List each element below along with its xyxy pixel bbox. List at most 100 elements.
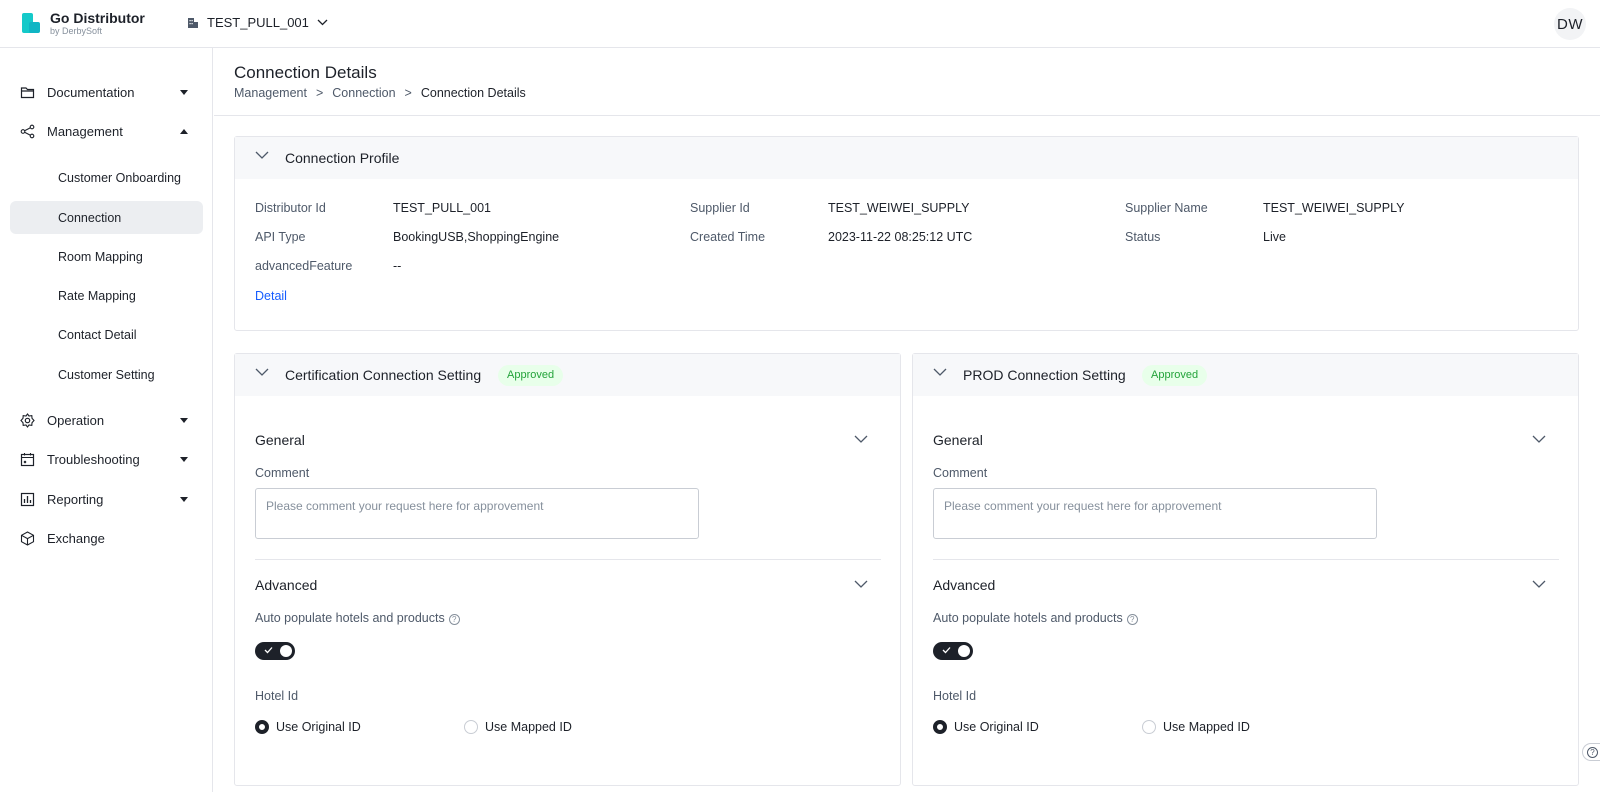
sidebar-item-label: Room Mapping: [58, 249, 143, 264]
breadcrumb-separator: >: [315, 86, 324, 100]
certification-setting-title: Certification Connection Setting: [285, 367, 482, 383]
caret-down-icon: [180, 497, 188, 502]
calendar-icon: [20, 453, 35, 467]
hotel-id-label: Hotel Id: [255, 689, 299, 703]
certification-setting-header[interactable]: Certification Connection Setting Approve…: [235, 354, 900, 396]
caret-down-icon: [180, 457, 188, 462]
supplier-name-label: Supplier Name: [1125, 201, 1208, 215]
tenant-selector[interactable]: TEST_PULL_001: [187, 15, 336, 30]
page-title: Connection Details: [234, 63, 377, 82]
breadcrumb-management[interactable]: Management: [234, 86, 307, 100]
building-icon: [188, 17, 198, 28]
general-section-title[interactable]: General: [933, 432, 983, 448]
comment-textarea[interactable]: Please comment your request here for app…: [933, 488, 1377, 539]
sidebar-item-label: Management: [47, 124, 123, 139]
auto-populate-label: Auto populate hotels and products?: [255, 611, 460, 625]
breadcrumb: Management > Connection > Connection Det…: [234, 86, 526, 100]
app-name: Go Distributor: [50, 10, 145, 26]
advanced-feature-label: advancedFeature: [255, 259, 353, 273]
radio-use-mapped-id[interactable]: Use Mapped ID: [464, 720, 572, 734]
sidebar-item-customer-onboarding[interactable]: Customer Onboarding: [10, 161, 203, 194]
chevron-down-icon[interactable]: [854, 580, 868, 589]
sidebar-item-reporting[interactable]: Reporting: [10, 483, 203, 516]
sidebar-item-label: Rate Mapping: [58, 288, 136, 303]
tenant-name: TEST_PULL_001: [207, 15, 309, 30]
auto-populate-toggle[interactable]: [933, 642, 973, 660]
chevron-down-icon: [255, 368, 269, 376]
api-type-value: BookingUSB,ShoppingEngine: [393, 230, 560, 244]
status-label: Status: [1125, 230, 1161, 244]
caret-up-icon: [180, 129, 188, 134]
sidebar-item-documentation[interactable]: Documentation: [10, 76, 203, 109]
comment-textarea[interactable]: Please comment your request here for app…: [255, 488, 699, 539]
auto-populate-text: Auto populate hotels and products: [933, 611, 1123, 625]
radio-unchecked-icon: [1142, 720, 1156, 734]
breadcrumb-current: Connection Details: [420, 86, 526, 100]
sidebar-item-label: Troubleshooting: [47, 452, 140, 467]
created-time-value: 2023-11-22 08:25:12 UTC: [828, 230, 973, 244]
radio-use-mapped-id[interactable]: Use Mapped ID: [1142, 720, 1250, 734]
top-bar: Go Distributor by DerbySoft TEST_PULL_00…: [0, 0, 1600, 48]
sidebar-item-label: Connection: [58, 210, 122, 225]
sidebar-item-management[interactable]: Management: [10, 115, 203, 148]
help-icon: ?: [1587, 747, 1598, 758]
app-subtitle: by DerbySoft: [50, 26, 103, 36]
avatar[interactable]: DW: [1554, 8, 1586, 40]
status-badge: Approved: [1142, 365, 1208, 386]
sidebar-item-label: Documentation: [47, 85, 135, 100]
status-badge: Approved: [498, 365, 564, 386]
help-icon[interactable]: ?: [448, 614, 460, 625]
sidebar-item-label: Customer Onboarding: [58, 170, 181, 185]
advanced-section-title[interactable]: Advanced: [255, 577, 317, 593]
floating-help-button[interactable]: ?: [1582, 743, 1600, 761]
help-icon[interactable]: ?: [1126, 614, 1138, 625]
detail-link[interactable]: Detail: [255, 289, 287, 303]
cube-icon: [20, 531, 35, 546]
radio-checked-icon: [933, 720, 947, 734]
sidebar-item-rate-mapping[interactable]: Rate Mapping: [10, 279, 203, 312]
prod-setting-header[interactable]: PROD Connection Setting Approved: [913, 354, 1578, 396]
auto-populate-text: Auto populate hotels and products: [255, 611, 445, 625]
gear-icon: [20, 413, 35, 428]
app-logo[interactable]: Go Distributor by DerbySoft: [22, 10, 145, 36]
auto-populate-toggle[interactable]: [255, 642, 295, 660]
sidebar-item-contact-detail[interactable]: Contact Detail: [10, 318, 203, 351]
comment-label: Comment: [933, 466, 988, 480]
chevron-down-icon[interactable]: [1532, 435, 1546, 444]
radio-label: Use Original ID: [276, 720, 361, 734]
bar-chart-icon: [20, 492, 35, 507]
advanced-section-title[interactable]: Advanced: [933, 577, 995, 593]
sidebar-item-troubleshooting[interactable]: Troubleshooting: [10, 443, 203, 476]
sidebar-item-label: Exchange: [47, 531, 105, 546]
supplier-id-value: TEST_WEIWEI_SUPPLY: [828, 201, 970, 215]
sidebar-item-label: Operation: [47, 413, 105, 428]
sidebar-item-customer-setting[interactable]: Customer Setting: [10, 358, 203, 391]
radio-use-original-id[interactable]: Use Original ID: [255, 720, 361, 734]
divider: [933, 559, 1559, 560]
hotel-id-label: Hotel Id: [933, 689, 977, 703]
sidebar-item-exchange[interactable]: Exchange: [10, 522, 203, 555]
radio-label: Use Mapped ID: [485, 720, 572, 734]
chevron-down-icon: [255, 151, 269, 159]
radio-use-original-id[interactable]: Use Original ID: [933, 720, 1039, 734]
breadcrumb-separator: >: [404, 86, 412, 100]
radio-label: Use Mapped ID: [1163, 720, 1250, 734]
supplier-id-label: Supplier Id: [690, 201, 750, 215]
sidebar-item-connection[interactable]: Connection: [10, 201, 203, 234]
radio-checked-icon: [255, 720, 269, 734]
chevron-down-icon[interactable]: [854, 435, 868, 444]
connection-profile-title: Connection Profile: [285, 150, 400, 166]
breadcrumb-connection[interactable]: Connection: [332, 86, 395, 100]
connection-profile-header[interactable]: Connection Profile: [235, 137, 1578, 179]
advanced-feature-value: --: [393, 259, 402, 273]
sidebar-item-operation[interactable]: Operation: [10, 404, 203, 437]
check-icon: [942, 647, 951, 654]
general-section-title[interactable]: General: [255, 432, 305, 448]
chevron-down-icon: [933, 368, 947, 376]
sidebar-item-room-mapping[interactable]: Room Mapping: [10, 240, 203, 273]
auto-populate-label: Auto populate hotels and products?: [933, 611, 1138, 625]
api-type-label: API Type: [255, 230, 306, 244]
radio-label: Use Original ID: [954, 720, 1039, 734]
chevron-down-icon[interactable]: [1532, 580, 1546, 589]
certification-setting-card: Certification Connection Setting Approve…: [234, 353, 901, 786]
